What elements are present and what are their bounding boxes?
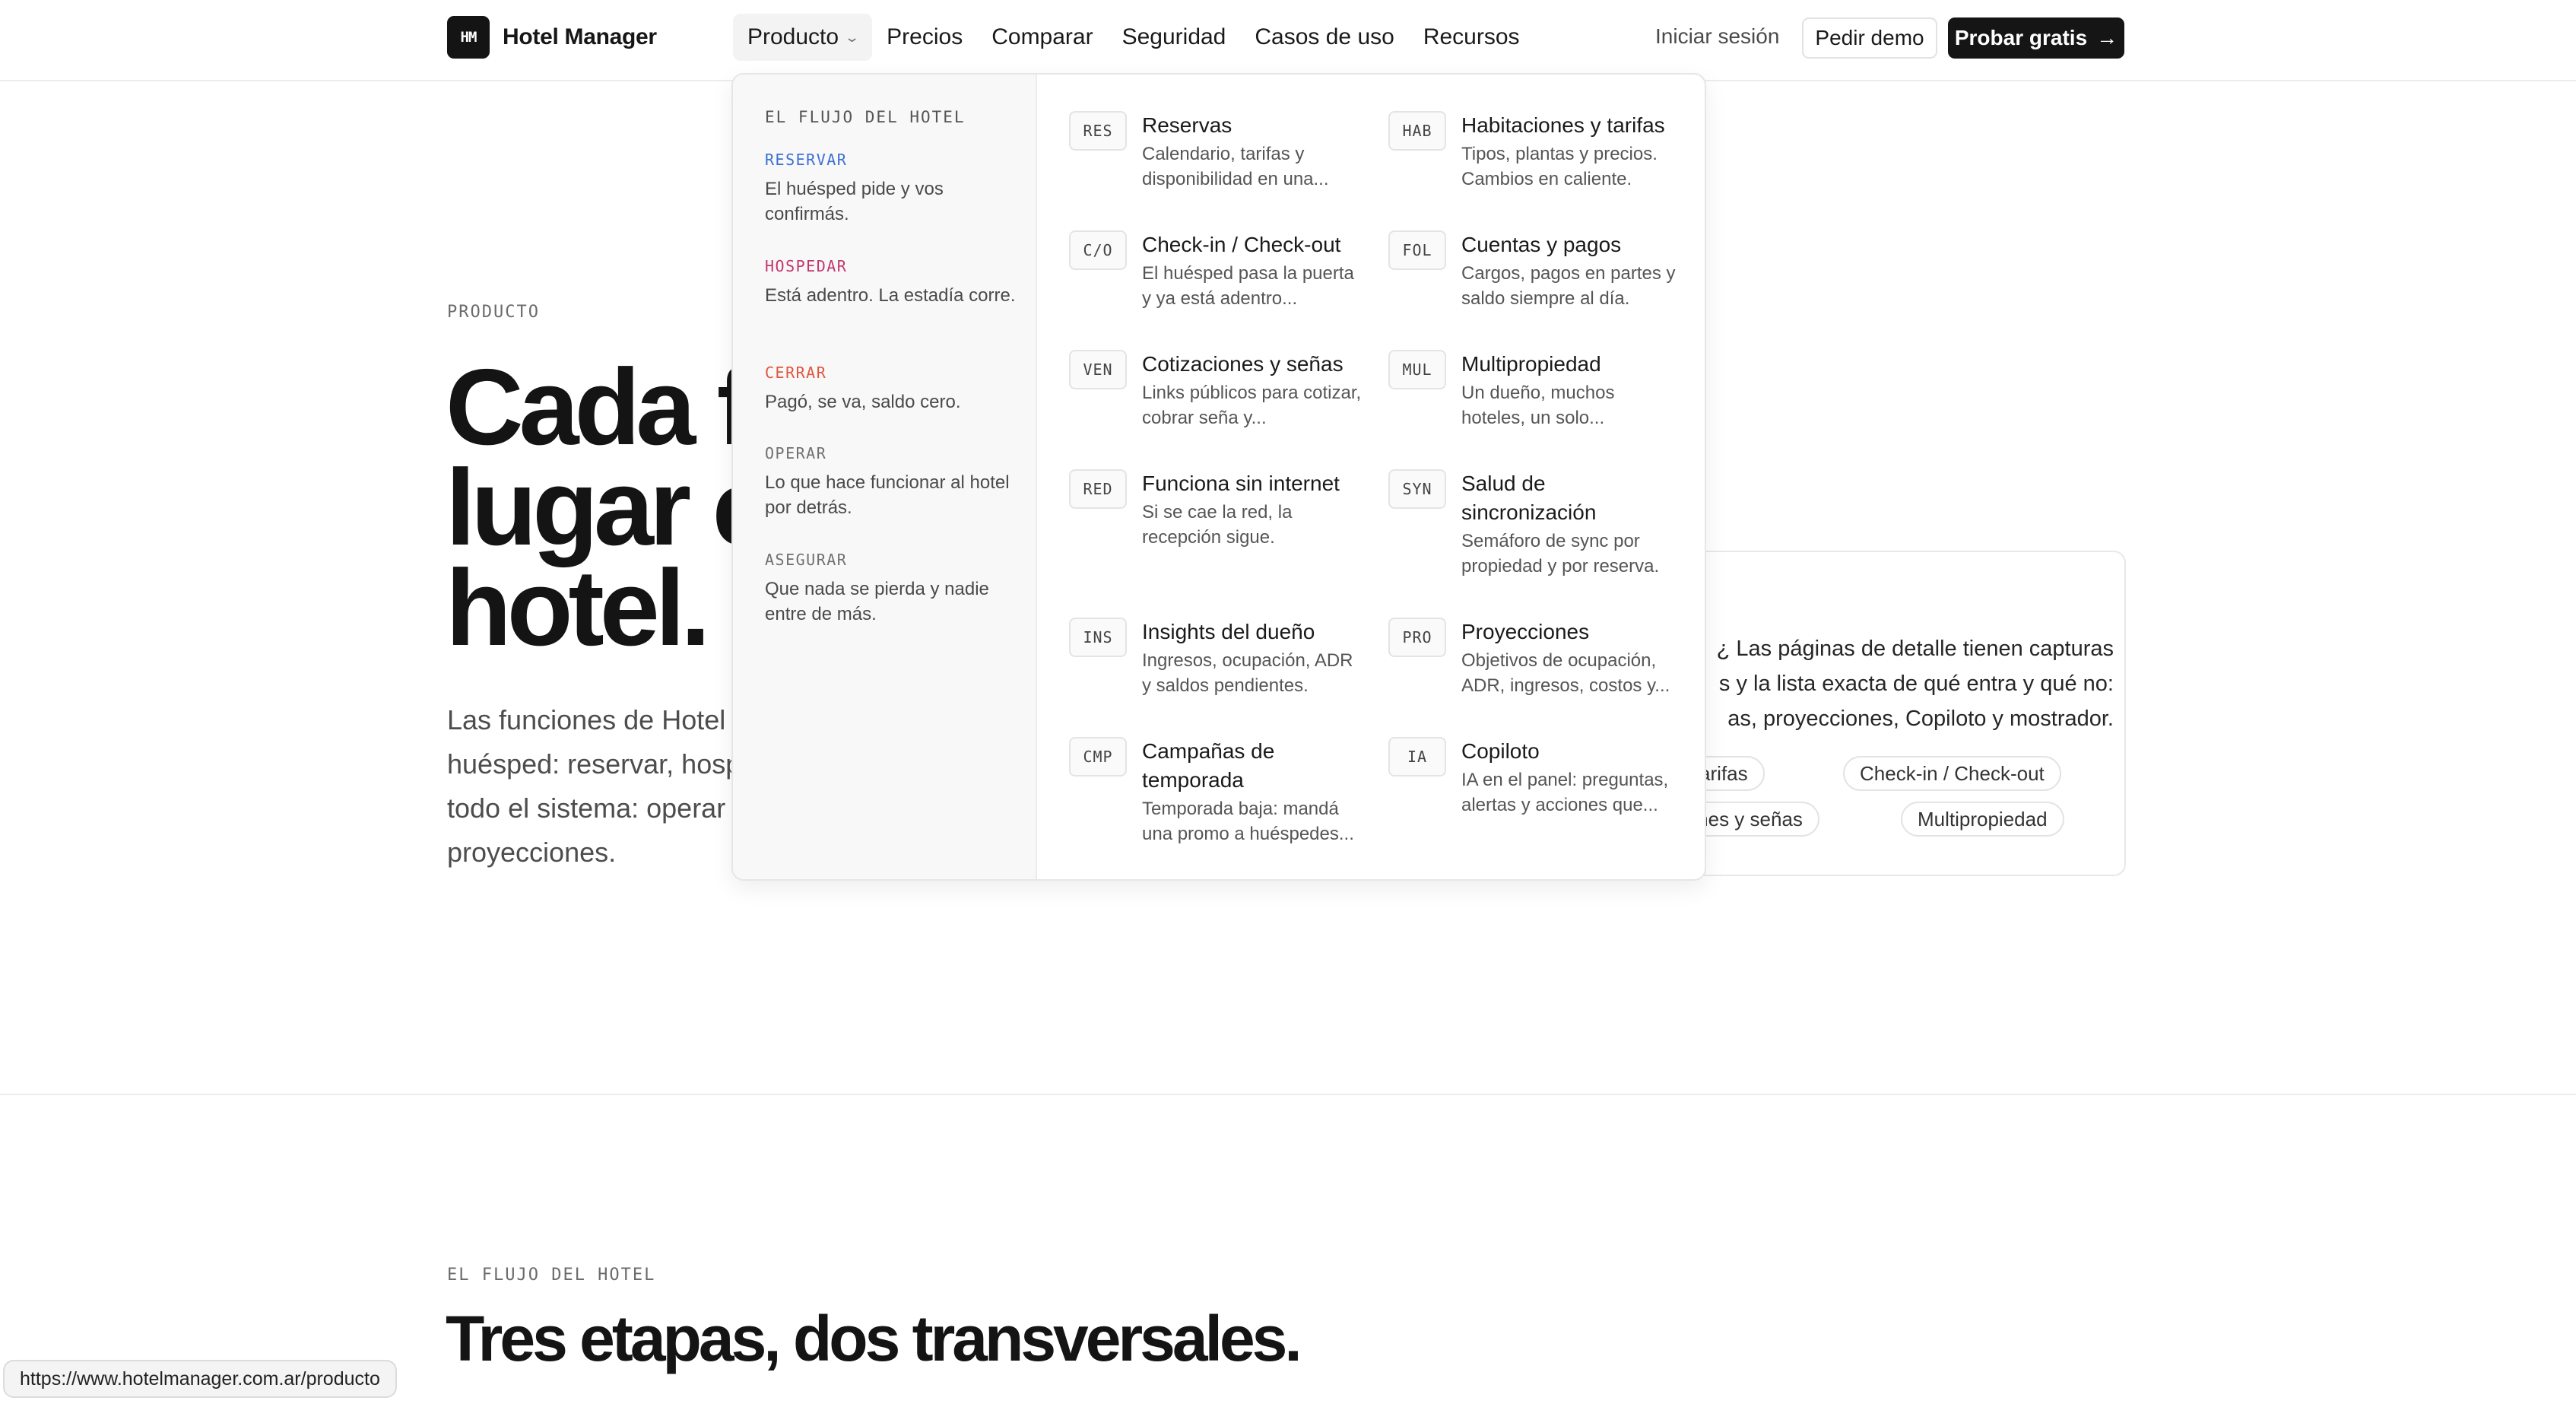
section-eyebrow: EL FLUJO DEL HOTEL [447, 1266, 656, 1285]
feature-code-badge: INS [1069, 618, 1127, 657]
flow-desc: Pagó, se va, saldo cero. [765, 392, 961, 412]
feature-copiloto[interactable]: IA Copiloto IA en el panel: preguntas, a… [1388, 737, 1685, 828]
feature-title: Proyecciones [1461, 620, 1590, 643]
feature-title: Multipropiedad [1461, 352, 1601, 376]
flow-panel-title: EL FLUJO DEL HOTEL [765, 108, 966, 126]
feature-code-badge: C/O [1069, 230, 1127, 270]
feature-title: Funciona sin internet [1142, 472, 1340, 495]
flow-label: RESERVAR [765, 151, 848, 169]
feature-code-badge: FOL [1388, 230, 1446, 270]
section-divider [0, 1094, 2576, 1095]
logo-mark: HM [447, 16, 490, 59]
flow-panel: EL FLUJO DEL HOTEL RESERVAR El huésped p… [733, 75, 1037, 879]
feature-code-badge: IA [1388, 737, 1446, 777]
nav-item-casos-de-uso[interactable]: Casos de uso [1240, 14, 1408, 61]
feature-title: Insights del dueño [1142, 620, 1315, 643]
chevron-down-icon: ⌄ [844, 29, 861, 45]
feature-insights[interactable]: INS Insights del dueño Ingresos, ocupaci… [1069, 618, 1366, 709]
feature-title: Campañas de temporada [1142, 739, 1275, 792]
product-dropdown-menu: EL FLUJO DEL HOTEL RESERVAR El huésped p… [731, 73, 1706, 881]
logo-text: Hotel Manager [503, 24, 657, 49]
arrow-right-icon: → [2096, 26, 2118, 49]
feature-desc: Si se cae la red, la recepción sigue. [1142, 502, 1293, 548]
flow-label: CERRAR [765, 364, 827, 382]
flow-label: OPERAR [765, 444, 827, 462]
feature-sin-internet[interactable]: RED Funciona sin internet Si se cae la r… [1069, 469, 1366, 561]
feature-desc: Ingresos, ocupación, ADR y saldos pendie… [1142, 650, 1353, 696]
nav-item-recursos[interactable]: Recursos [1409, 14, 1534, 61]
feature-desc: Links públicos para cotizar, cobrar seña… [1142, 383, 1362, 428]
feature-desc: Temporada baja: mandá una promo a huéspe… [1142, 799, 1354, 844]
flow-desc: Lo que hace funcionar al hotel por detrá… [765, 472, 1010, 518]
demo-button[interactable]: Pedir demo [1802, 17, 1937, 59]
chip-check-in[interactable]: Check-in / Check-out [1843, 756, 2061, 791]
flow-item-cerrar[interactable]: CERRAR Pagó, se va, saldo cero. [765, 364, 1016, 414]
feature-code-badge: MUL [1388, 350, 1446, 389]
feature-code-badge: CMP [1069, 737, 1127, 777]
feature-habitaciones[interactable]: HAB Habitaciones y tarifas Tipos, planta… [1388, 111, 1685, 202]
feature-desc: Cargos, pagos en partes y saldo siempre … [1461, 263, 1676, 309]
feature-cuentas-pagos[interactable]: FOL Cuentas y pagos Cargos, pagos en par… [1388, 230, 1685, 322]
nav-label: Producto [747, 24, 839, 49]
feature-code-badge: PRO [1388, 618, 1446, 657]
logo[interactable]: HM Hotel Manager [447, 16, 657, 59]
try-free-label: Probar gratis [1954, 26, 2088, 49]
feature-reservas[interactable]: RES Reservas Calendario, tarifas y dispo… [1069, 111, 1366, 202]
feature-multipropiedad[interactable]: MUL Multipropiedad Un dueño, muchos hote… [1388, 350, 1685, 441]
feature-desc: Un dueño, muchos hoteles, un solo... [1461, 383, 1615, 428]
try-free-button[interactable]: Probar gratis → [1948, 17, 2124, 59]
feature-title: Salud de sincronización [1461, 472, 1597, 524]
feature-salud-sync[interactable]: SYN Salud de sincronización Semáforo de … [1388, 469, 1685, 591]
feature-desc: Objetivos de ocupación, ADR, ingresos, c… [1461, 650, 1670, 696]
flow-item-reservar[interactable]: RESERVAR El huésped pide y vos confirmás… [765, 151, 1016, 227]
flow-desc: Está adentro. La estadía corre. [765, 285, 1016, 306]
feature-desc: Tipos, plantas y precios. Cambios en cal… [1461, 144, 1658, 189]
feature-code-badge: HAB [1388, 111, 1446, 151]
feature-proyecciones[interactable]: PRO Proyecciones Objetivos de ocupación,… [1388, 618, 1685, 709]
hero-eyebrow: PRODUCTO [447, 303, 540, 322]
feature-desc: Semáforo de sync por propiedad y por res… [1461, 531, 1660, 576]
feature-campanas[interactable]: CMP Campañas de temporada Temporada baja… [1069, 737, 1366, 851]
nav-item-seguridad[interactable]: Seguridad [1108, 14, 1241, 61]
nav-item-precios[interactable]: Precios [872, 14, 977, 61]
feature-title: Copiloto [1461, 739, 1540, 763]
feature-cotizaciones[interactable]: VEN Cotizaciones y señas Links públicos … [1069, 350, 1366, 441]
feature-title: Cuentas y pagos [1461, 233, 1622, 256]
feature-desc: El huésped pasa la puerta y ya está aden… [1142, 263, 1354, 309]
feature-desc: Calendario, tarifas y disponibilidad en … [1142, 144, 1329, 189]
site-header: HM Hotel Manager Producto ⌄ Precios Compa… [0, 0, 2576, 81]
nav-item-producto[interactable]: Producto ⌄ [733, 14, 873, 61]
status-url: https://www.hotelmanager.com.ar/producto [3, 1360, 397, 1398]
flow-label: HOSPEDAR [765, 257, 848, 275]
feature-code-badge: VEN [1069, 350, 1127, 389]
flow-desc: Que nada se pierda y nadie entre de más. [765, 579, 989, 624]
chip-multipropiedad[interactable]: Multipropiedad [1901, 802, 2064, 837]
section-title: Tres etapas, dos transversales. [446, 1303, 1302, 1374]
feature-title: Reservas [1142, 113, 1232, 137]
feature-title: Habitaciones y tarifas [1461, 113, 1665, 137]
flow-label: ASEGURAR [765, 551, 848, 569]
flow-item-asegurar[interactable]: ASEGURAR Que nada se pierda y nadie entr… [765, 551, 1016, 627]
feature-title: Cotizaciones y señas [1142, 352, 1344, 376]
flow-desc: El huésped pide y vos confirmás. [765, 179, 944, 224]
feature-title: Check-in / Check-out [1142, 233, 1341, 256]
feature-code-badge: RED [1069, 469, 1127, 509]
feature-desc: IA en el panel: preguntas, alertas y acc… [1461, 770, 1669, 815]
flow-item-hospedar[interactable]: HOSPEDAR Está adentro. La estadía corre. [765, 257, 1016, 308]
main-nav: Producto ⌄ Precios Comparar Seguridad Cas… [733, 14, 1534, 61]
login-link[interactable]: Iniciar sesión [1655, 24, 1779, 49]
feature-check-in-out[interactable]: C/O Check-in / Check-out El huésped pasa… [1069, 230, 1366, 322]
flow-item-operar[interactable]: OPERAR Lo que hace funcionar al hotel po… [765, 444, 1016, 520]
feature-code-badge: RES [1069, 111, 1127, 151]
nav-item-comparar[interactable]: Comparar [977, 14, 1107, 61]
feature-code-badge: SYN [1388, 469, 1446, 509]
